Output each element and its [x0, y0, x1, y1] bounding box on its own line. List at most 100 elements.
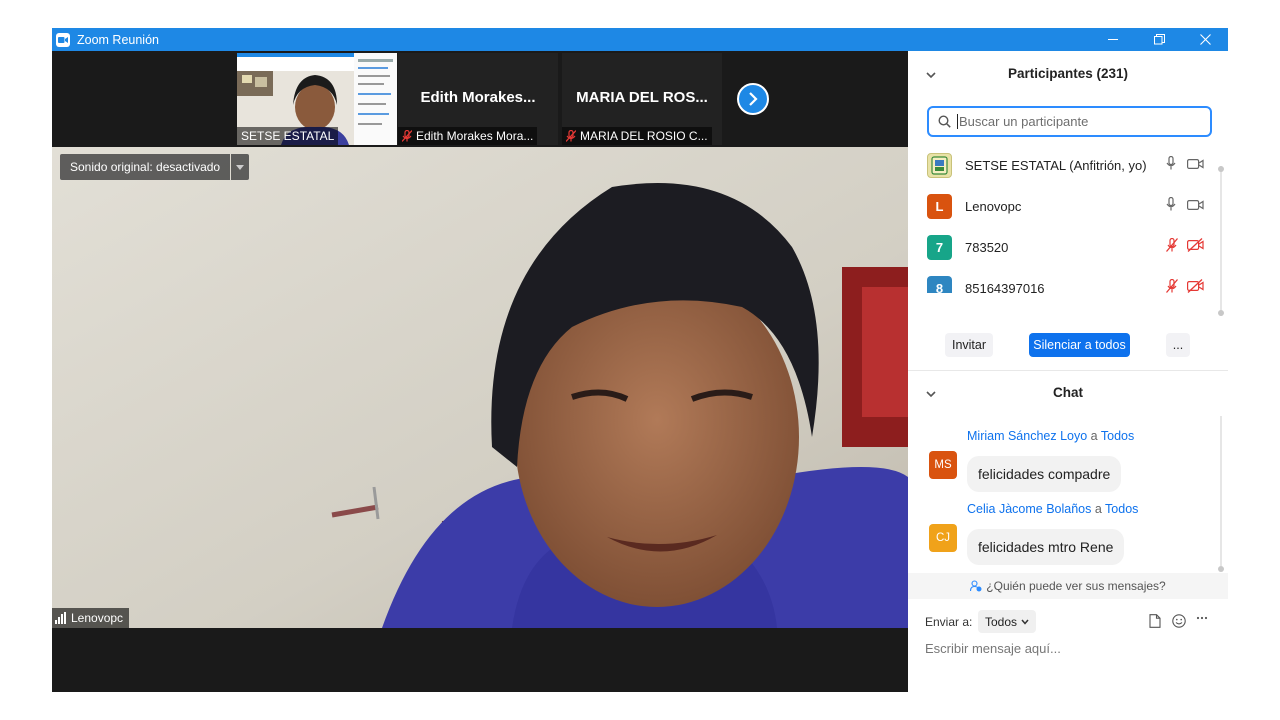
file-icon — [1149, 614, 1161, 628]
zoom-window: Zoom Reunión SETSE ESTATAL Edith Morakes… — [52, 28, 1228, 692]
video-thumbnail[interactable]: SETSE ESTATAL — [237, 53, 397, 145]
chat-header: Chat — [908, 370, 1228, 414]
chat-scrollbar[interactable] — [1218, 416, 1224, 572]
participant-row[interactable]: 7 783520 — [908, 227, 1228, 268]
participant-avatar-logo — [927, 153, 952, 178]
restore-button[interactable] — [1136, 28, 1182, 51]
caret-down-icon — [236, 164, 245, 170]
participants-title: Participantes (231) — [1007, 65, 1129, 81]
participants-header: Participantes (231) — [908, 51, 1228, 95]
setse-logo-icon — [931, 156, 948, 175]
minimize-button[interactable] — [1090, 28, 1136, 51]
send-to-value: Todos — [985, 614, 1018, 629]
participant-avatar: 7 — [927, 235, 952, 260]
video-strip: SETSE ESTATAL Edith Morakes... Edith Mor… — [52, 51, 908, 147]
file-button[interactable] — [1149, 614, 1161, 633]
active-speaker-video: Sonido original: desactivado Lenovopc — [52, 147, 908, 628]
participant-name: 783520 — [965, 240, 1009, 255]
mic-muted-icon — [402, 130, 412, 142]
thumbnail-name: SETSE ESTATAL — [241, 129, 335, 143]
message-recipient: Todos — [1100, 429, 1135, 443]
camera-icon[interactable] — [1187, 198, 1204, 216]
search-icon — [938, 115, 951, 128]
emoji-button[interactable] — [1172, 614, 1186, 633]
sender-avatar: CJ — [929, 524, 957, 552]
participant-row[interactable]: 8 85164397016 — [908, 268, 1228, 293]
original-sound-dropdown[interactable] — [231, 154, 250, 180]
more-chat-options-button[interactable] — [1196, 611, 1208, 630]
thumbnail-name-tag: SETSE ESTATAL — [237, 127, 339, 145]
message-sender-line: Celia Jàcome Bolaños a Todos — [967, 502, 1138, 516]
chevron-down-icon — [926, 72, 936, 79]
chevron-right-icon — [749, 92, 758, 106]
participant-avatar: L — [927, 194, 952, 219]
camera-off-icon[interactable] — [1187, 279, 1204, 293]
collapse-participants-button[interactable] — [926, 67, 936, 82]
participant-search-input[interactable]: Buscar un participante — [927, 106, 1212, 137]
video-thumbnail[interactable]: Edith Morakes... Edith Morakes Mora... — [398, 53, 558, 145]
original-sound-button[interactable]: Sonido original: desactivado — [60, 154, 231, 180]
participant-row[interactable]: SETSE ESTATAL (Anfitrión, yo) — [908, 145, 1228, 186]
participant-avatar: 8 — [927, 276, 952, 293]
window-controls — [1090, 28, 1228, 51]
thumbnail-name-tag: MARIA DEL ROSIO C... — [562, 127, 712, 145]
video-thumbnail[interactable]: MARIA DEL ROS... MARIA DEL ROSIO C... — [562, 53, 722, 145]
participant-row[interactable]: L Lenovopc — [908, 186, 1228, 227]
send-to-row: Enviar a: Todos — [908, 610, 1228, 634]
mic-muted-icon[interactable] — [1166, 237, 1178, 257]
mic-icon[interactable] — [1166, 196, 1176, 216]
chat-message-list: Miriam Sánchez Loyo a Todos MS felicidad… — [908, 413, 1228, 573]
signal-bars-icon — [55, 612, 66, 624]
send-to-dropdown[interactable]: Todos — [978, 610, 1037, 633]
message-connector: a — [1091, 502, 1106, 516]
thumbnail-name: Edith Morakes Mora... — [416, 129, 534, 143]
participant-name: 85164397016 — [965, 281, 1045, 293]
emoji-icon — [1172, 614, 1186, 628]
message-sender[interactable]: Celia Jàcome Bolaños — [967, 502, 1091, 516]
camera-off-icon[interactable] — [1187, 238, 1204, 257]
sender-avatar: MS — [929, 451, 957, 479]
more-dots-icon — [1196, 616, 1208, 620]
more-options-button[interactable]: ... — [1166, 333, 1190, 357]
participant-list: SETSE ESTATAL (Anfitrión, yo) L Lenovopc — [908, 145, 1228, 293]
speaker-video-frame — [52, 147, 908, 628]
thumbnail-display-name: Edith Morakes... — [420, 89, 536, 106]
message-sender[interactable]: Miriam Sánchez Loyo — [967, 429, 1087, 443]
original-sound-control: Sonido original: desactivado — [60, 154, 250, 180]
collapse-chat-button[interactable] — [926, 386, 936, 401]
who-can-see-link[interactable]: ¿Quién puede ver sus mensajes? — [908, 573, 1228, 599]
next-page-button[interactable] — [737, 83, 769, 115]
participants-scrollbar[interactable] — [1218, 166, 1224, 316]
mic-muted-icon[interactable] — [1166, 278, 1178, 293]
person-info-icon — [970, 580, 982, 592]
message-bubble: felicidades compadre — [967, 456, 1122, 492]
thumbnail-name-tag: Edith Morakes Mora... — [398, 127, 538, 145]
chevron-down-icon — [1021, 619, 1029, 625]
message-bubble: felicidades mtro Rene — [967, 529, 1125, 565]
participant-name: Lenovopc — [965, 199, 1022, 214]
zoom-logo-icon — [56, 32, 70, 47]
chat-title: Chat — [1053, 384, 1083, 400]
send-to-label: Enviar a: — [925, 615, 973, 629]
message-sender-line: Miriam Sánchez Loyo a Todos — [967, 429, 1134, 443]
mic-muted-icon — [566, 130, 576, 142]
side-panel: Participantes (231) Buscar un participan… — [908, 51, 1228, 692]
participant-name: SETSE ESTATAL (Anfitrión, yo) — [965, 158, 1147, 173]
invite-button[interactable]: Invitar — [945, 333, 993, 357]
speaker-name-tag: Lenovopc — [52, 608, 130, 628]
message-connector: a — [1087, 429, 1101, 443]
thumbnail-name: MARIA DEL ROSIO C... — [580, 129, 708, 143]
video-area: SETSE ESTATAL Edith Morakes... Edith Mor… — [52, 51, 908, 692]
participants-actions: Invitar Silenciar a todos ... — [908, 333, 1228, 357]
speaker-name: Lenovopc — [71, 611, 124, 625]
mic-icon[interactable] — [1166, 155, 1176, 175]
title-bar: Zoom Reunión — [52, 28, 1228, 51]
chevron-down-icon — [926, 391, 936, 398]
camera-icon[interactable] — [1187, 157, 1204, 175]
chat-message-input[interactable]: Escribir mensaje aquí... — [925, 641, 1061, 656]
who-can-see-text: ¿Quién puede ver sus mensajes? — [986, 579, 1166, 593]
mute-all-button[interactable]: Silenciar a todos — [1029, 333, 1130, 357]
message-recipient: Todos — [1105, 502, 1139, 516]
search-placeholder: Buscar un participante — [959, 114, 1089, 129]
close-button[interactable] — [1182, 28, 1228, 51]
